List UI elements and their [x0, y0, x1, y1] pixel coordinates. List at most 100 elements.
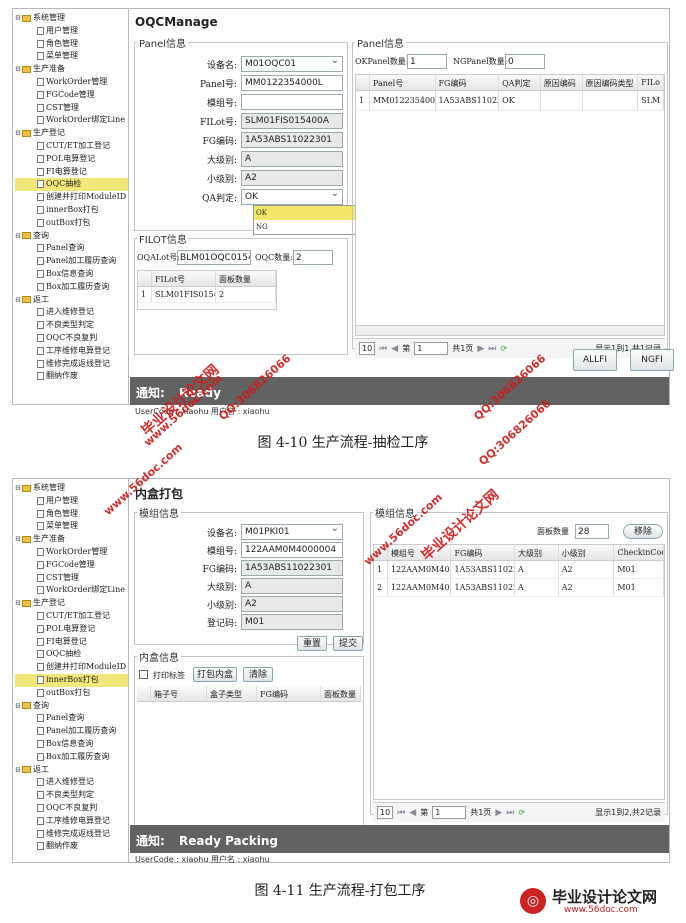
select-field[interactable]: M01PKI01: [241, 524, 343, 540]
tree-folder[interactable]: ⊟ 返工: [15, 294, 128, 307]
tree-item[interactable]: CST管理: [15, 572, 128, 585]
tree-item[interactable]: POL电算登记: [15, 153, 128, 166]
qa-option-ok[interactable]: OK: [254, 206, 356, 220]
tree-item[interactable]: OQC不良复判: [15, 332, 128, 345]
refresh-icon[interactable]: ⟳: [500, 344, 507, 353]
tree-item[interactable]: 角色管理: [15, 38, 128, 51]
tree-item[interactable]: 进入维修登记: [15, 306, 128, 319]
collapse-icon[interactable]: ⊟: [15, 764, 22, 777]
tree-item[interactable]: 维修完成返线登记: [15, 828, 128, 841]
input-field[interactable]: M01: [241, 614, 343, 630]
tree-item[interactable]: 翻纳作废: [15, 840, 128, 853]
tree-item[interactable]: 不良类型判定: [15, 789, 128, 802]
page-input[interactable]: 1: [414, 342, 449, 355]
tree-item[interactable]: CUT/ET加工登记: [15, 610, 128, 623]
tree-item[interactable]: outBox打包: [15, 687, 128, 700]
first-page-icon[interactable]: ⏮: [379, 344, 387, 354]
tree-item[interactable]: Panel加工履历查询: [15, 725, 128, 738]
input-field[interactable]: A2: [241, 596, 343, 612]
tree-item[interactable]: innerBox打包: [15, 673, 128, 687]
tree-item[interactable]: FGCode管理: [15, 89, 128, 102]
tree-item[interactable]: POL电算登记: [15, 623, 128, 636]
tree-item[interactable]: CST管理: [15, 102, 128, 115]
input-field[interactable]: A: [241, 151, 343, 167]
tree-item[interactable]: Box加工履历查询: [15, 281, 128, 294]
ng-count-input[interactable]: 0: [505, 54, 545, 69]
ok-count-input[interactable]: 1: [407, 54, 447, 69]
tree-item[interactable]: 进入维修登记: [15, 776, 128, 789]
tree-item[interactable]: WorkOrder绑定Line: [15, 584, 128, 597]
tree-folder[interactable]: ⊟ 生产准备: [15, 63, 128, 76]
next-page-icon[interactable]: ▶: [495, 808, 502, 818]
tree-item[interactable]: 用户管理: [15, 25, 128, 38]
first-page-icon[interactable]: ⏮: [397, 808, 405, 818]
tree-item[interactable]: 菜单管理: [15, 520, 128, 533]
page-input[interactable]: 1: [432, 806, 467, 819]
tree-folder[interactable]: ⊟ 返工: [15, 764, 128, 777]
pack-box-button[interactable]: 打包内盒: [193, 667, 237, 682]
collapse-icon[interactable]: ⊟: [15, 127, 22, 140]
collapse-icon[interactable]: ⊟: [15, 597, 22, 610]
input-field[interactable]: [241, 94, 343, 110]
tree-folder[interactable]: ⊟ 查询: [15, 230, 128, 243]
collapse-icon[interactable]: ⊟: [15, 533, 22, 546]
tree-item[interactable]: Box加工履历查询: [15, 751, 128, 764]
tree-folder[interactable]: ⊟ 生产登记: [15, 597, 128, 610]
tree-item[interactable]: 翻纳作废: [15, 370, 128, 383]
tree-item[interactable]: OQC抽检: [15, 178, 128, 192]
next-page-icon[interactable]: ▶: [477, 344, 484, 354]
tree-item[interactable]: 维修完成返线登记: [15, 358, 128, 371]
collapse-icon[interactable]: ⊟: [15, 63, 22, 76]
table-row[interactable]: 1 MM0122354000L 1A53ABS11022301 OK SLM: [356, 91, 664, 111]
tree-item[interactable]: FI电算登记: [15, 636, 128, 649]
tree-item[interactable]: OQC不良复判: [15, 802, 128, 815]
select-field[interactable]: M01OQC01: [241, 56, 343, 72]
tree-item[interactable]: FI电算登记: [15, 166, 128, 179]
tree-item[interactable]: 不良类型判定: [15, 319, 128, 332]
input-field[interactable]: 1A53ABS11022301: [241, 560, 343, 576]
table-row[interactable]: 1 SLM01FIS015400A 2: [138, 287, 276, 303]
tree-item[interactable]: 创建并打印ModuleID: [15, 661, 128, 674]
tree-item[interactable]: 创建并打印ModuleID: [15, 191, 128, 204]
oqc-count-input[interactable]: 2: [293, 250, 333, 265]
oqalot-input[interactable]: BLM01OQC01540: [177, 250, 251, 265]
collapse-icon[interactable]: ⊟: [15, 482, 22, 495]
tree-item[interactable]: Panel查询: [15, 242, 128, 255]
tree-item[interactable]: outBox打包: [15, 217, 128, 230]
clear-button[interactable]: 清除: [243, 667, 273, 682]
tree-item[interactable]: 工序维修电算登记: [15, 815, 128, 828]
prev-page-icon[interactable]: ◀: [409, 808, 416, 818]
tree-item[interactable]: innerBox打包: [15, 204, 128, 217]
page-size-select[interactable]: 10: [359, 342, 376, 355]
input-field[interactable]: 122AAM0M4000004: [241, 542, 343, 558]
tree-item[interactable]: FGCode管理: [15, 559, 128, 572]
tree-folder[interactable]: ⊟ 生产登记: [15, 127, 128, 140]
tree-item[interactable]: CUT/ET加工登记: [15, 140, 128, 153]
remove-button[interactable]: 移除: [623, 524, 663, 539]
input-field[interactable]: A: [241, 578, 343, 594]
tree-folder[interactable]: ⊟ 生产准备: [15, 533, 128, 546]
tree-item[interactable]: WorkOrder绑定Line: [15, 114, 128, 127]
input-field[interactable]: 1A53ABS11022301: [241, 132, 343, 148]
tree-item[interactable]: 菜单管理: [15, 50, 128, 63]
tree-item[interactable]: Box信息查询: [15, 268, 128, 281]
prev-page-icon[interactable]: ◀: [391, 344, 398, 354]
tree-folder[interactable]: ⊟ 系统管理: [15, 12, 128, 25]
panel-count-input[interactable]: 28: [575, 524, 609, 539]
table-row[interactable]: 1122AAM0M40000031A53ABS11022301AA2M01: [374, 561, 664, 579]
select-field[interactable]: OK: [241, 189, 343, 205]
tree-item[interactable]: OQC抽检: [15, 648, 128, 661]
collapse-icon[interactable]: ⊟: [15, 230, 22, 243]
tree-folder[interactable]: ⊟ 查询: [15, 700, 128, 713]
tree-item[interactable]: Panel查询: [15, 712, 128, 725]
allfi-button[interactable]: ALLFI: [573, 349, 617, 371]
horizontal-scrollbar[interactable]: [356, 325, 664, 335]
table-row[interactable]: 2122AAM0M40000041A53ABS11022301AA2M01: [374, 579, 664, 597]
tree-item[interactable]: WorkOrder管理: [15, 546, 128, 559]
collapse-icon[interactable]: ⊟: [15, 700, 22, 713]
tree-item[interactable]: Box信息查询: [15, 738, 128, 751]
ngfi-button[interactable]: NGFI: [630, 349, 674, 371]
last-page-icon[interactable]: ⏭: [488, 344, 496, 354]
last-page-icon[interactable]: ⏭: [506, 808, 514, 818]
input-field[interactable]: SLM01FIS015400A: [241, 113, 343, 129]
